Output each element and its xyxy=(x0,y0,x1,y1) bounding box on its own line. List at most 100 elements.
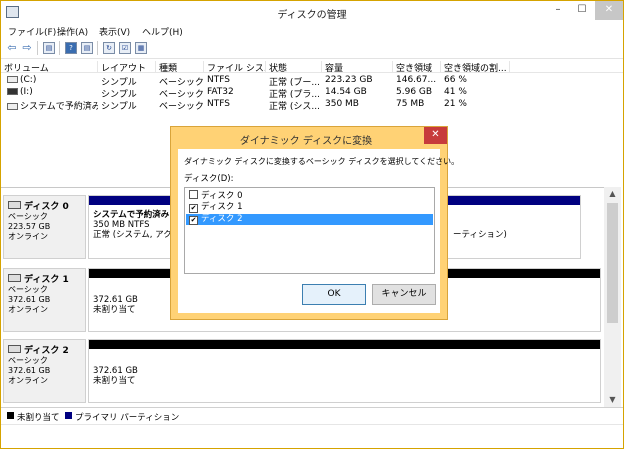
dialog-body: ダイナミック ディスクに変換するベーシック ディスクを選択してください。 ディス… xyxy=(178,149,459,313)
volume-list-header: ボリューム レイアウト 種類 ファイル シス... 状態 容量 空き領域 空き領… xyxy=(1,59,623,73)
disk-state: オンライン xyxy=(8,305,48,314)
toolbar-separator xyxy=(37,41,38,55)
capacity-cell: 14.54 GB xyxy=(325,87,367,97)
column-status[interactable]: 状態 xyxy=(266,61,322,72)
partition-status: 未割り当て xyxy=(93,305,136,315)
disk-icon xyxy=(8,201,21,209)
vertical-scrollbar[interactable]: ▲ ▼ xyxy=(604,187,621,407)
maximize-button[interactable]: ☐ xyxy=(570,1,594,20)
disk-list-label: ディスク(D): xyxy=(184,174,234,184)
column-free-space[interactable]: 空き領域 xyxy=(393,61,441,72)
properties-icon[interactable]: ☑ xyxy=(119,42,131,54)
checkbox-disk-1[interactable]: ✔ xyxy=(189,204,198,213)
dialog-title: ダイナミック ディスクに変換 xyxy=(239,136,373,147)
disk-state: オンライン xyxy=(8,376,48,385)
title-bar: ディスクの管理 – ☐ ✕ xyxy=(1,1,623,23)
drive-icon xyxy=(7,103,18,110)
checkbox-disk-0[interactable] xyxy=(189,190,198,199)
window-title: ディスクの管理 xyxy=(277,10,347,21)
view-icon[interactable]: ▤ xyxy=(81,42,93,54)
column-capacity[interactable]: 容量 xyxy=(322,61,393,72)
export-icon[interactable]: ▦ xyxy=(135,42,147,54)
legend: 未割り当て プライマリ パーティション xyxy=(1,407,623,424)
disk-icon xyxy=(8,345,21,353)
ok-button[interactable]: OK xyxy=(302,284,366,305)
close-button[interactable]: ✕ xyxy=(595,1,623,20)
status-bar xyxy=(1,424,623,448)
partition-size: 372.61 GB xyxy=(93,366,138,376)
table-row[interactable]: (I:) シンプル ベーシック FAT32 正常 (プラ... 14.54 GB… xyxy=(1,87,623,100)
table-row[interactable]: システムで予約済み シンプル ベーシック NTFS 正常 (シス... 350 … xyxy=(1,99,623,112)
minimize-button[interactable]: – xyxy=(546,1,570,20)
disk-checklist[interactable]: ディスク 0 ✔ ディスク 1 ✔ ディスク 2 xyxy=(184,187,435,274)
scroll-down-icon[interactable]: ▼ xyxy=(604,395,621,404)
help-icon[interactable]: ? xyxy=(65,42,77,54)
menu-help[interactable]: ヘルプ(H) xyxy=(142,25,183,38)
disk-type: ベーシック xyxy=(8,356,48,365)
toolbar: ⇦ ⇨ ▤ ? ▤ ↻ ☑ ▦ xyxy=(1,39,623,59)
disk-row: ディスク 2 ベーシック 372.61 GB オンライン 372.61 GB 未… xyxy=(3,339,603,404)
type-cell: ベーシック xyxy=(159,102,204,112)
column-filesystem[interactable]: ファイル シス... xyxy=(204,61,266,72)
free-space-cell: 146.67... xyxy=(396,75,437,85)
disk-type: ベーシック xyxy=(8,212,48,221)
column-type[interactable]: 種類 xyxy=(156,61,204,72)
free-space-cell: 5.96 GB xyxy=(396,87,433,97)
drive-icon xyxy=(7,88,18,95)
volume-cell: (I:) xyxy=(4,87,98,97)
drive-icon xyxy=(7,76,18,83)
disk-name: ディスク 1 xyxy=(24,275,69,285)
toolbar-separator xyxy=(97,41,98,55)
refresh-icon[interactable]: ↻ xyxy=(103,42,115,54)
unallocated-space[interactable]: 372.61 GB 未割り当て xyxy=(88,339,601,403)
column-volume[interactable]: ボリューム xyxy=(1,61,98,72)
disk-label[interactable]: ディスク 0 ベーシック 223.57 GB オンライン xyxy=(3,195,86,259)
list-item-label: ディスク 2 xyxy=(201,214,243,224)
back-arrow-icon[interactable]: ⇦ xyxy=(6,42,18,54)
status-cell: 正常 (シス... xyxy=(269,102,320,112)
partition-status: 正常 (システム, アクテ xyxy=(93,230,181,240)
table-row[interactable]: (C:) シンプル ベーシック NTFS 正常 (ブー... 223.23 GB… xyxy=(1,75,623,88)
disk-size: 372.61 GB xyxy=(8,295,51,304)
list-item[interactable]: ディスク 0 xyxy=(186,190,433,201)
filesystem-cell: NTFS xyxy=(207,99,230,109)
menu-action[interactable]: 操作(A) xyxy=(57,25,88,38)
disk-label[interactable]: ディスク 1 ベーシック 372.61 GB オンライン xyxy=(3,268,86,332)
filesystem-cell: NTFS xyxy=(207,75,230,85)
disk-state: オンライン xyxy=(8,232,48,241)
partition-size: 372.61 GB xyxy=(93,295,138,305)
scroll-thumb[interactable] xyxy=(607,203,618,323)
column-percent-free[interactable]: 空き領域の割... xyxy=(441,61,510,72)
menu-view[interactable]: 表示(V) xyxy=(99,25,130,38)
partition-bar xyxy=(89,340,600,349)
partition-bar xyxy=(89,196,179,205)
cancel-button[interactable]: キャンセル xyxy=(372,284,436,305)
list-item-label: ディスク 1 xyxy=(201,202,243,212)
percent-free-cell: 21 % xyxy=(444,99,467,109)
free-space-cell: 75 MB xyxy=(396,99,425,109)
disk-name: ディスク 0 xyxy=(24,202,69,212)
primary-partition-swatch xyxy=(65,412,72,419)
dialog-close-button[interactable]: ✕ xyxy=(424,127,447,144)
console-tree-icon[interactable]: ▤ xyxy=(43,42,55,54)
volume-name: システムで予約済み xyxy=(20,102,98,112)
partition-system-reserved[interactable]: システムで予約済み 350 MB NTFS 正常 (システム, アクテ xyxy=(88,195,180,259)
column-layout[interactable]: レイアウト xyxy=(98,61,156,72)
partition-size: 350 MB NTFS xyxy=(93,220,150,230)
legend-unallocated: 未割り当て xyxy=(17,413,60,423)
convert-dynamic-disk-dialog: ダイナミック ディスクに変換 ✕ ダイナミック ディスクに変換するベーシック デ… xyxy=(170,126,459,320)
disk-management-window: ディスクの管理 – ☐ ✕ ファイル(F) 操作(A) 表示(V) ヘルプ(H)… xyxy=(0,0,624,449)
disk-label[interactable]: ディスク 2 ベーシック 372.61 GB オンライン xyxy=(3,339,86,403)
partition-status: ーティション) xyxy=(453,230,507,240)
list-item[interactable]: ✔ ディスク 1 xyxy=(186,202,433,213)
unallocated-swatch xyxy=(7,412,14,419)
volume-name: (I:) xyxy=(20,87,33,97)
partition-status: 未割り当て xyxy=(93,376,136,386)
scroll-up-icon[interactable]: ▲ xyxy=(604,189,621,198)
menu-file[interactable]: ファイル(F) xyxy=(8,25,56,38)
forward-arrow-icon[interactable]: ⇨ xyxy=(21,42,33,54)
list-item[interactable]: ✔ ディスク 2 xyxy=(186,214,433,225)
filesystem-cell: FAT32 xyxy=(207,87,234,97)
checkbox-disk-2[interactable]: ✔ xyxy=(189,216,198,225)
percent-free-cell: 41 % xyxy=(444,87,467,97)
